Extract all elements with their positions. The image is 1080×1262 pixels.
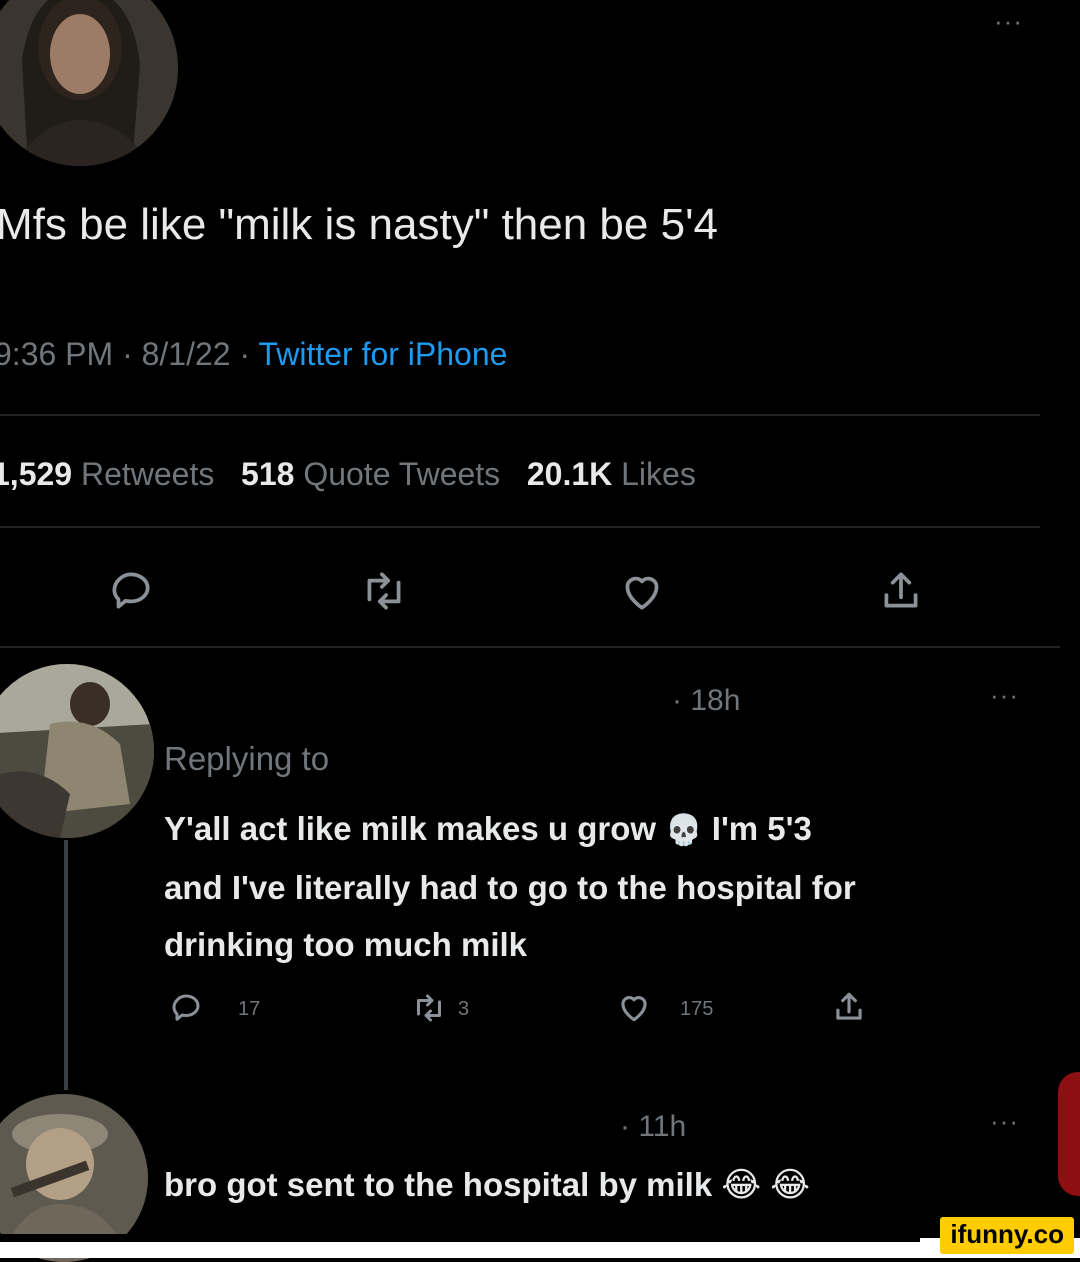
retweets-count: 1,529: [0, 456, 73, 492]
tweet-meta: 9:36 PM · 8/1/22 · Twitter for iPhone: [0, 336, 507, 373]
reply1-share-icon[interactable]: [830, 988, 868, 1026]
reply2-text-line: bro got sent to the hospital by milk 😂 😂: [164, 1156, 810, 1214]
reply1-more-icon[interactable]: ···: [990, 680, 1019, 711]
reply1-retweet-count: 3: [458, 998, 470, 1020]
reply1-like-icon[interactable]: [614, 988, 654, 1026]
reply1-time: · 18h: [672, 684, 741, 717]
reply1-line3: drinking too much milk: [164, 926, 528, 963]
ifunny-watermark: ifunny.co: [940, 1217, 1074, 1254]
reply1-text-part1: Y'all act like milk makes u grow: [164, 810, 657, 847]
author-avatar-image: [0, 0, 178, 166]
retweet-icon[interactable]: [358, 566, 410, 616]
divider: [0, 526, 1040, 528]
reply1-reply-icon[interactable]: [168, 990, 204, 1026]
thread-line: [64, 840, 68, 1090]
tweet-stats: 1,529 Retweets 518 Quote Tweets 20.1K Li…: [0, 456, 696, 493]
quotes-count: 518: [241, 456, 295, 492]
bottom-strip-dark: [0, 1234, 920, 1242]
tweet-source-link[interactable]: Twitter for iPhone: [258, 336, 507, 372]
reply1-line1: Y'all act like milk makes u grow 💀 I'm 5…: [164, 800, 1044, 859]
reply-icon[interactable]: [106, 566, 156, 616]
quotes-label: Quote Tweets: [303, 456, 501, 492]
reply1-text-part2: I'm 5'3: [711, 810, 812, 847]
reply2-time: · 11h: [620, 1110, 687, 1143]
reply-avatar[interactable]: [0, 664, 154, 838]
meta-separator: ·: [122, 336, 133, 372]
like-icon[interactable]: [616, 566, 668, 616]
reply1-like-count: 175: [680, 998, 714, 1020]
reply1-reply-count: 17: [238, 998, 261, 1020]
tweet-more-icon[interactable]: ···: [994, 6, 1023, 37]
skull-emoji: 💀: [665, 814, 703, 847]
tweet-date: 8/1/22: [141, 336, 231, 372]
divider: [0, 414, 1040, 416]
reply2-more-icon[interactable]: ···: [990, 1106, 1019, 1137]
quotes-stat[interactable]: 518 Quote Tweets: [241, 456, 509, 492]
meta-separator: ·: [239, 336, 251, 372]
retweets-stat[interactable]: 1,529 Retweets: [0, 456, 223, 492]
reply2-text: bro got sent to the hospital by milk: [164, 1166, 713, 1203]
likes-stat[interactable]: 20.1K Likes: [527, 456, 696, 492]
reply1-line2: and I've literally had to go to the hosp…: [164, 869, 856, 906]
reply-avatar-image: [0, 664, 154, 838]
reply1-text: Y'all act like milk makes u grow 💀 I'm 5…: [164, 800, 1044, 973]
replying-to[interactable]: Replying to: [164, 740, 329, 778]
laughing-emoji: 😂: [770, 1166, 811, 1204]
tweet-text: Mfs be like "milk is nasty" then be 5'4: [0, 200, 718, 249]
tweet-time: 9:36 PM: [0, 336, 114, 372]
retweets-label: Retweets: [80, 456, 215, 492]
reply1-retweet-icon[interactable]: [410, 990, 448, 1026]
author-avatar[interactable]: [0, 0, 178, 166]
share-icon[interactable]: [876, 566, 926, 616]
likes-count: 20.1K: [526, 456, 613, 492]
divider: [0, 646, 1060, 648]
likes-label: Likes: [621, 456, 696, 492]
laughing-emoji: 😂: [721, 1166, 762, 1204]
red-edge-shape: [1058, 1072, 1080, 1196]
